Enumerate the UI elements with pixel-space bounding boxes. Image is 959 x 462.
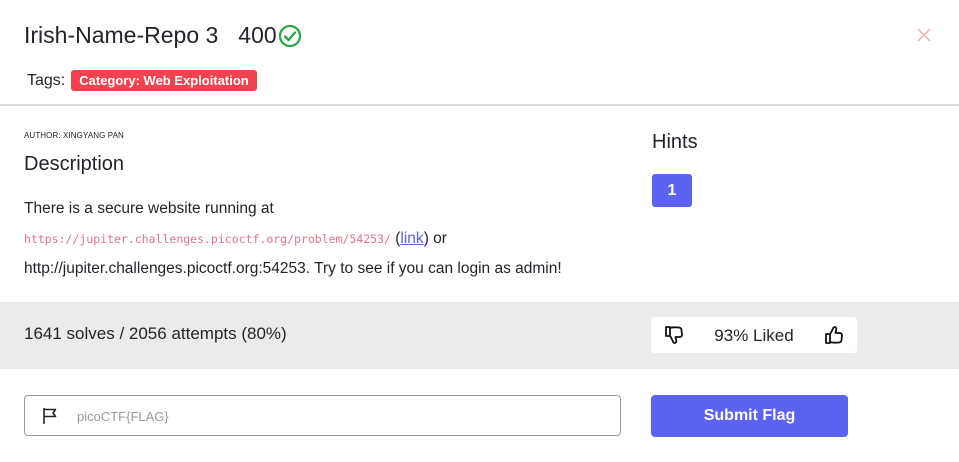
tags-row: Tags: Category: Web Exploitation (27, 70, 257, 91)
challenge-points: 400 (238, 22, 277, 48)
flag-input-wrapper (24, 395, 621, 437)
description-line-2: https://jupiter.challenges.picoctf.org/p… (24, 224, 634, 254)
solves-stats: 1641 solves / 2056 attempts (80%) (24, 324, 287, 343)
description-line-1: There is a secure website running at (24, 200, 274, 217)
like-box: 93% Liked (651, 317, 857, 353)
description-heading: Description (24, 153, 125, 175)
challenge-url-code: https://jupiter.challenges.picoctf.org/p… (24, 232, 391, 246)
link-open-paren: ( (390, 230, 401, 247)
flag-icon (43, 408, 57, 424)
category-tag: Category: Web Exploitation (71, 70, 257, 91)
challenge-title: Irish-Name-Repo 3 (24, 22, 219, 48)
author-label: AUTHOR: XINGYANG PAN (24, 131, 124, 140)
challenge-header: Irish-Name-Repo 3 400 Tags: Category: We… (0, 0, 959, 105)
hint-button-1[interactable]: 1 (652, 174, 692, 207)
flag-input[interactable] (75, 396, 609, 437)
title-row: Irish-Name-Repo 3 400 (24, 22, 302, 49)
submit-flag-button[interactable]: Submit Flag (651, 395, 848, 437)
header-divider (0, 104, 959, 106)
challenge-link[interactable]: link (400, 230, 423, 247)
thumbs-up-icon[interactable] (824, 325, 844, 345)
description-line-3: http://jupiter.challenges.picoctf.org:54… (24, 260, 562, 277)
close-icon[interactable] (917, 28, 931, 42)
tags-label: Tags: (27, 71, 66, 89)
check-circle-icon (278, 24, 301, 47)
hints-heading: Hints (652, 131, 698, 153)
description-body: There is a secure website running at htt… (24, 194, 634, 284)
link-close-paren: ) or (423, 230, 447, 247)
stats-bar: 1641 solves / 2056 attempts (80%) 93% Li… (0, 302, 959, 369)
